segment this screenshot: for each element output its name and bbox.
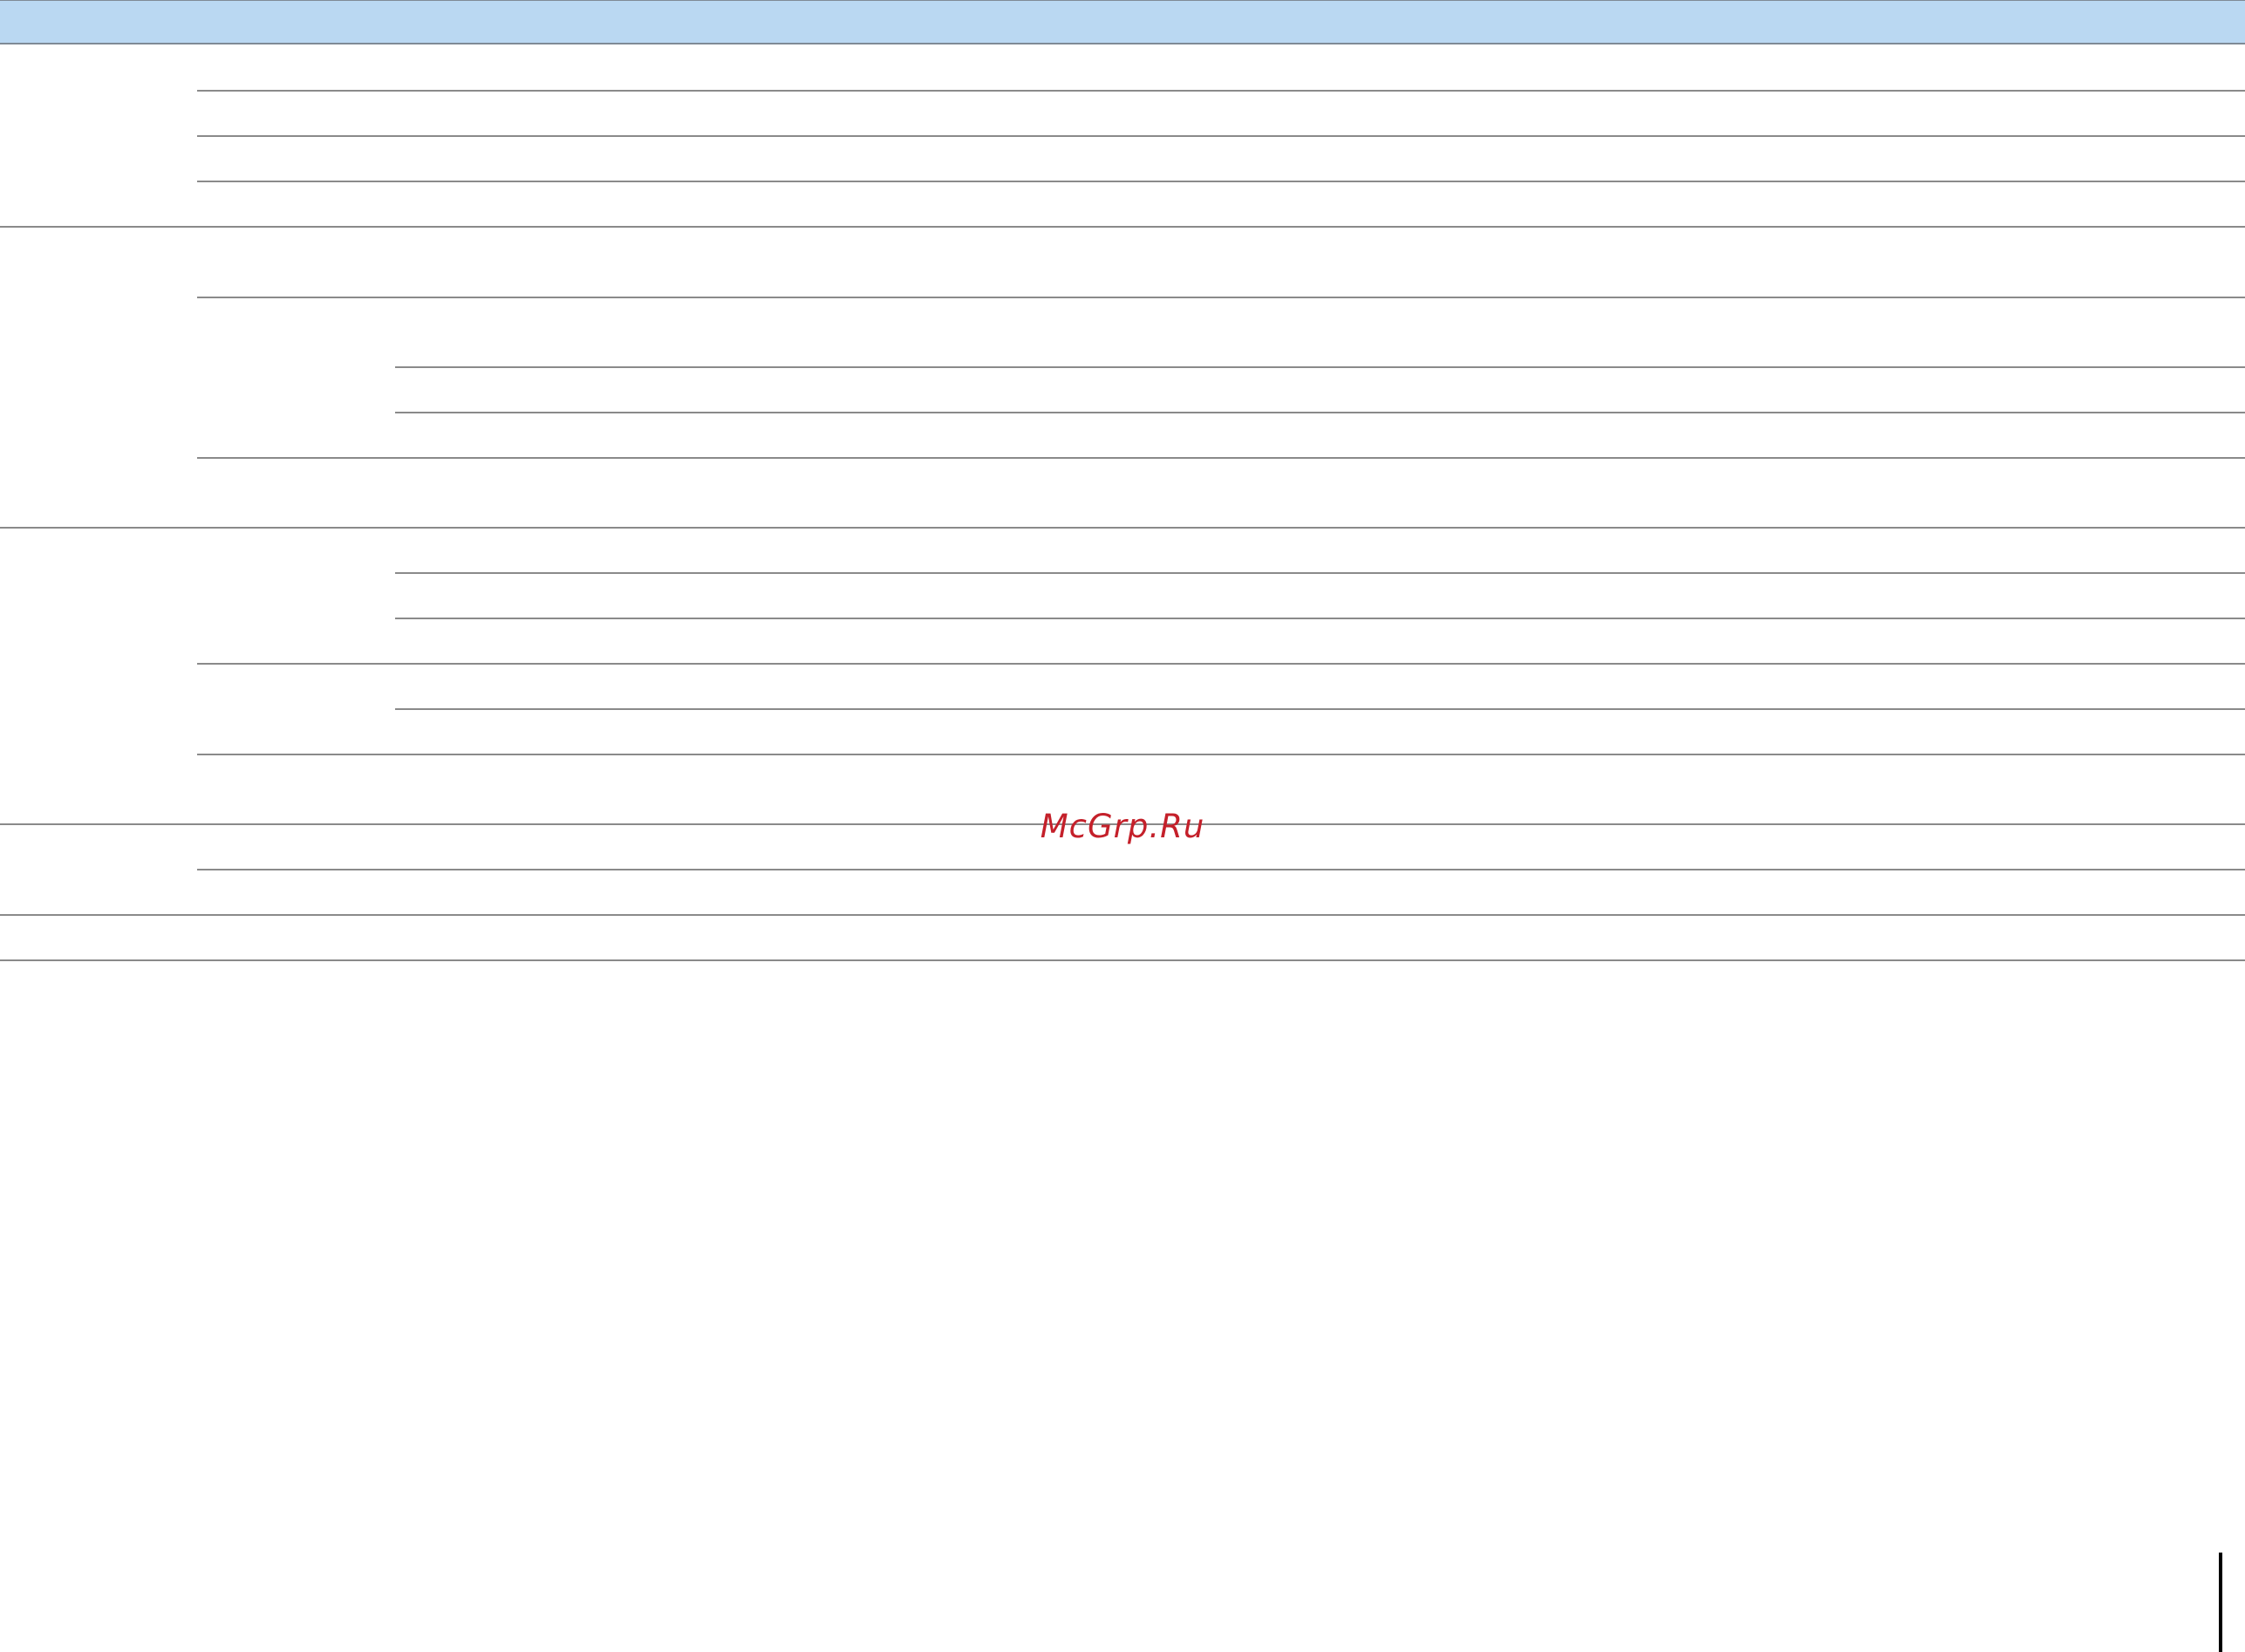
table-row-divider (197, 90, 2245, 92)
table-group-divider (0, 959, 2245, 961)
table-group-divider (0, 226, 2245, 228)
table-row-divider (197, 663, 2245, 665)
table-subrow-divider (395, 412, 2245, 413)
table-row-divider (197, 754, 2245, 755)
table-group-divider (0, 527, 2245, 529)
table-row-divider (197, 181, 2245, 182)
table-subrow-divider (395, 572, 2245, 574)
table-group-divider (0, 914, 2245, 916)
table-row-divider (197, 869, 2245, 870)
page-edge-marker (2219, 1553, 2222, 1652)
table-row-divider (197, 135, 2245, 137)
table-header-band (0, 0, 2245, 44)
watermark-text: McGrp.Ru (1040, 808, 1205, 845)
table-subrow-divider (395, 366, 2245, 368)
table-subrow-divider (395, 708, 2245, 710)
document-page: McGrp.Ru (0, 0, 2245, 1652)
table-subrow-divider (395, 618, 2245, 619)
table-row-divider (197, 297, 2245, 298)
table-row-divider (197, 457, 2245, 459)
